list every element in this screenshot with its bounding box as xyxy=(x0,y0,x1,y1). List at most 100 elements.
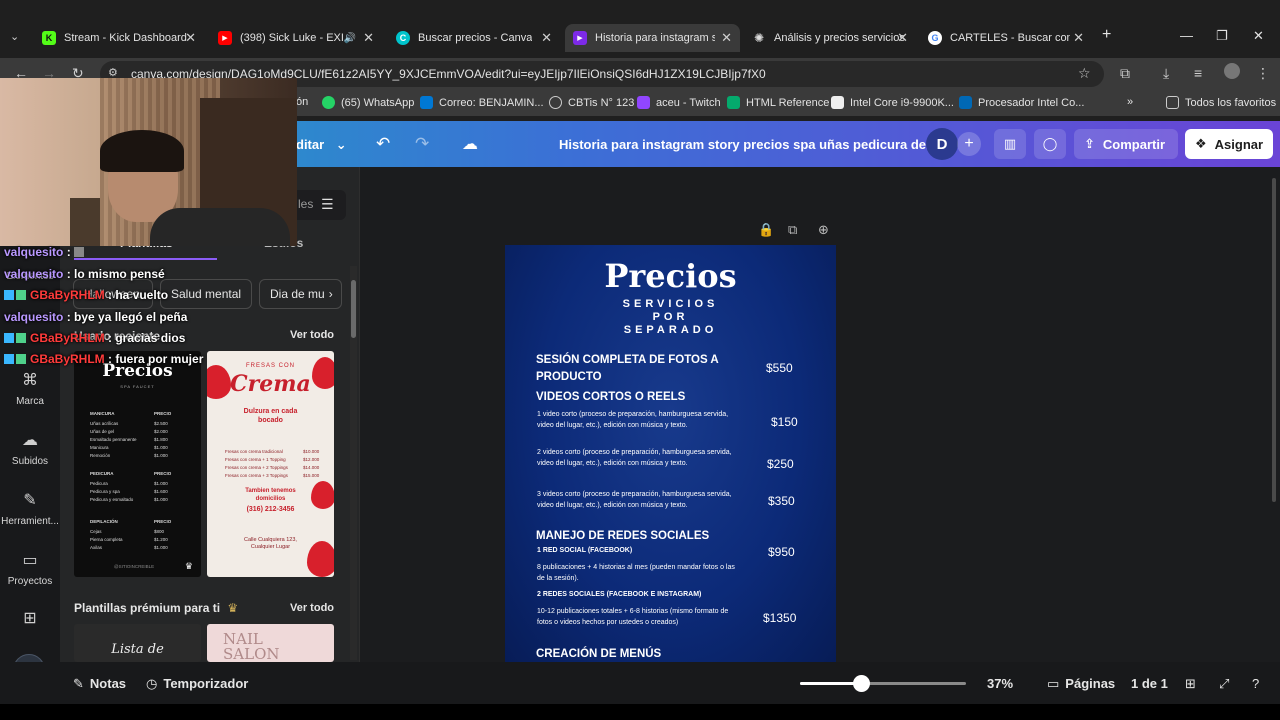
bookmark-intel-proc[interactable]: Procesador Intel Co... xyxy=(959,96,1084,109)
bookmark-whatsapp[interactable]: (65) WhatsApp xyxy=(322,96,414,109)
see-all-premium[interactable]: Ver todo xyxy=(290,602,334,614)
zoom-slider-handle[interactable] xyxy=(853,675,870,692)
bookmark-twitch[interactable]: aceu - Twitch xyxy=(637,96,721,109)
thumb-row-label: Manicura xyxy=(90,445,109,450)
close-icon[interactable]: ✕ xyxy=(363,30,374,46)
grid-view-icon[interactable]: ⊞ xyxy=(1185,676,1196,692)
minimize-icon[interactable]: — xyxy=(1180,28,1193,43)
close-window-icon[interactable]: ✕ xyxy=(1253,28,1264,44)
chip-dia-de-muertos[interactable]: Dia de mu › xyxy=(259,279,342,309)
rail-uploads[interactable]: ☁ Subidos xyxy=(0,430,60,467)
tab-canva-search[interactable]: C Buscar precios - Canva ✕ xyxy=(388,24,560,52)
rail-brand[interactable]: ⌘ Marca xyxy=(0,370,60,407)
add-collaborator-icon[interactable]: + xyxy=(957,132,981,156)
duplicate-icon[interactable]: ⧉ xyxy=(788,222,797,238)
thumb-item-price: $12.000 xyxy=(303,457,320,462)
bookmark-item[interactable]: ón xyxy=(296,96,308,108)
tab-youtube[interactable]: ▶ (398) Sick Luke - EXIT ( 🔊 ✕ xyxy=(210,24,382,52)
thumb-row-label: MANICURA xyxy=(90,411,115,416)
tab-chatgpt[interactable]: ✺ Análisis y precios servicios ✕ xyxy=(744,24,916,52)
bookmark-intel[interactable]: Intel Core i9-9900K... xyxy=(831,96,954,109)
thumb-footer: @SITIOINCREIBLE xyxy=(114,564,155,569)
edit-menu[interactable]: ditar ⌄ xyxy=(296,137,347,153)
help-icon[interactable]: ? xyxy=(1252,676,1259,691)
bookmarks-overflow-icon[interactable]: » xyxy=(1127,96,1133,108)
strawberry-icon xyxy=(307,541,334,577)
add-page-icon[interactable]: ⊕ xyxy=(818,222,829,238)
avatar[interactable]: D xyxy=(926,128,958,160)
tab-search-icon[interactable]: ⌄ xyxy=(10,30,19,43)
chat-line: valquesito : xyxy=(4,245,85,259)
thumb-row-label: Pedicura y esmaltado xyxy=(90,497,134,502)
insights-icon[interactable]: ▥ xyxy=(994,129,1026,159)
pages-button[interactable]: ▭ Páginas xyxy=(1047,676,1115,692)
bookmark-cbtis[interactable]: CBTis N° 123 xyxy=(549,96,634,109)
profile-avatar[interactable] xyxy=(1224,63,1240,79)
chat-user: valquesito xyxy=(4,310,64,324)
tab-kick[interactable]: K Stream - Kick Dashboard ✕ xyxy=(34,24,204,52)
undo-icon[interactable]: ↶ xyxy=(376,134,390,154)
lock-icon[interactable]: 🔒 xyxy=(758,222,774,238)
thumb-row-price: $1.800 xyxy=(154,437,168,442)
assign-button[interactable]: ❖ Asignar xyxy=(1185,129,1273,159)
extensions-icon[interactable]: ⧉ xyxy=(1120,65,1130,82)
fullscreen-icon[interactable]: ⤢ xyxy=(1219,676,1229,692)
speaker-icon[interactable]: 🔊 xyxy=(344,33,356,44)
media-icon[interactable]: ≡ xyxy=(1194,65,1202,81)
new-tab-icon[interactable]: + xyxy=(1102,26,1111,44)
tab-google[interactable]: G CARTELES - Buscar con Go ✕ xyxy=(920,24,1092,52)
thumb-row-price: $800 xyxy=(154,529,165,534)
rail-apps[interactable]: ⊞ xyxy=(0,608,60,634)
filter-icon[interactable]: ☰ xyxy=(321,196,334,213)
template-thumb-precios[interactable]: Precios SPA FAUCET MANICURA PRECIO Uñas a… xyxy=(74,351,201,577)
close-icon[interactable]: ✕ xyxy=(721,30,732,46)
timer-button[interactable]: ◷ Temporizador xyxy=(146,676,248,692)
zoom-value[interactable]: 37% xyxy=(987,676,1013,691)
template-thumb-fresas[interactable]: FRESAS CON Crema Dulzura en cada bocado … xyxy=(207,351,334,577)
bookmark-mail[interactable]: Correo: BENJAMIN... xyxy=(420,96,544,109)
tab-canva-design[interactable]: ▶ Historia para instagram st ✕ xyxy=(565,24,740,52)
close-icon[interactable]: ✕ xyxy=(541,30,552,46)
close-icon[interactable]: ✕ xyxy=(897,30,908,46)
thumb-pretitle: FRESAS CON xyxy=(245,363,295,369)
see-all-recent[interactable]: Ver todo xyxy=(290,329,334,341)
chat-message: bye ya llegó el peña xyxy=(74,310,188,324)
thumb-row-label: Axilas xyxy=(90,545,103,550)
design-page[interactable]: Precios SERVICIOS POR SEPARADO SESIÓN CO… xyxy=(505,245,836,665)
template-thumb-lista[interactable]: Lista de xyxy=(74,624,201,662)
redo-icon[interactable]: ↷ xyxy=(415,134,429,154)
menu-icon[interactable]: ⋮ xyxy=(1256,65,1270,82)
thumb-title: Lista de xyxy=(111,642,164,657)
bookmark-star-icon[interactable]: ☆ xyxy=(1078,65,1091,82)
timer-icon: ◷ xyxy=(146,676,158,691)
restore-icon[interactable]: ❐ xyxy=(1216,28,1228,44)
rail-projects[interactable]: ▭ Proyectos xyxy=(0,550,60,587)
letterbox-bar xyxy=(0,704,1280,720)
cloud-saved-icon[interactable]: ☁ xyxy=(462,134,478,154)
rail-tools[interactable]: ✎ Herramient... xyxy=(0,490,60,527)
all-bookmarks[interactable]: Todos los favoritos xyxy=(1166,96,1276,109)
brand-icon: ⌘ xyxy=(22,372,38,389)
chat-message: gracias dios xyxy=(115,331,186,345)
service-price: $1350 xyxy=(763,611,797,625)
chip-salud-mental[interactable]: Salud mental xyxy=(160,279,252,309)
canvas-scrollbar[interactable] xyxy=(1272,178,1276,502)
notes-button[interactable]: ✎ Notas xyxy=(73,676,126,692)
chat-user: GBaByRHLM xyxy=(30,288,105,302)
tab-title: Stream - Kick Dashboard xyxy=(64,32,187,44)
thumb-row-label: Cejas xyxy=(90,529,102,534)
comment-icon[interactable]: ◯ xyxy=(1034,129,1066,159)
rail-label: Subidos xyxy=(11,456,49,467)
bookmark-html-ref[interactable]: HTML Reference xyxy=(727,96,829,109)
whatsapp-icon xyxy=(322,96,335,109)
download-icon[interactable]: ⤓ xyxy=(1163,65,1169,82)
share-button[interactable]: ⇪ Compartir xyxy=(1074,129,1178,159)
template-thumb-nail-salon[interactable]: NAIL SALON xyxy=(207,624,334,662)
amazon-icon xyxy=(831,96,844,109)
panel-scroll-thumb[interactable] xyxy=(351,280,356,338)
page-count[interactable]: 1 de 1 xyxy=(1131,676,1168,691)
document-title[interactable]: Historia para instagram story precios sp… xyxy=(559,137,937,152)
thumb-item: Fresas con crema tradicional xyxy=(225,449,283,454)
close-icon[interactable]: ✕ xyxy=(185,30,196,46)
close-icon[interactable]: ✕ xyxy=(1073,30,1084,46)
